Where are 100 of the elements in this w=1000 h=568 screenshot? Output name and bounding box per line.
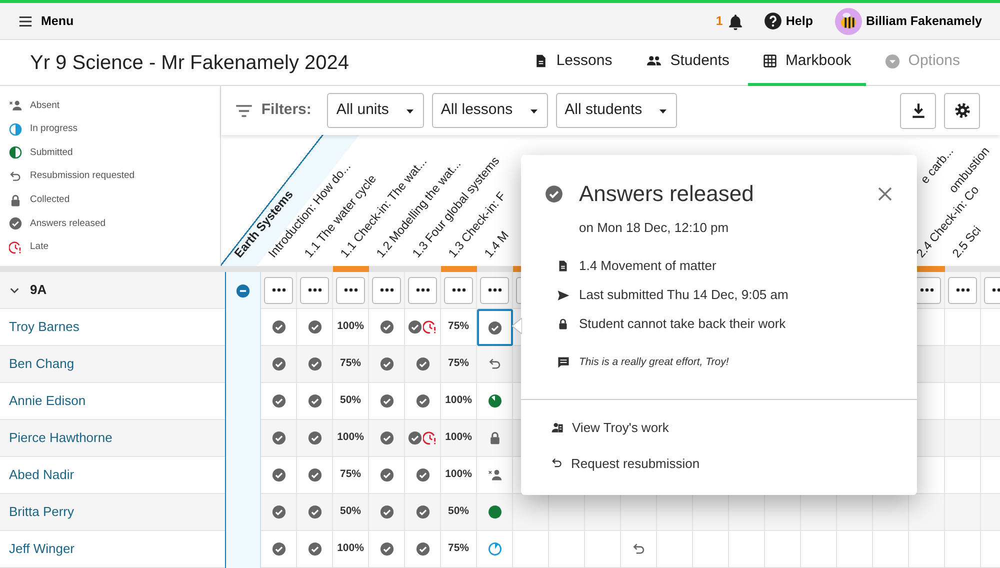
grid-icon bbox=[763, 54, 778, 68]
grid-cell[interactable] bbox=[945, 531, 981, 568]
filter-dropdown[interactable]: All units bbox=[327, 93, 424, 128]
student-name[interactable]: Jeff Winger bbox=[9, 539, 75, 559]
check-circle-icon bbox=[380, 468, 394, 482]
download-icon bbox=[910, 102, 926, 119]
student-name[interactable]: Ben Chang bbox=[9, 354, 74, 374]
more-button[interactable] bbox=[948, 276, 977, 304]
nav-tab[interactable]: Markbook bbox=[748, 40, 866, 86]
mark-cell[interactable]: 75% bbox=[333, 346, 369, 383]
check-circle-icon bbox=[380, 357, 394, 371]
more-button[interactable] bbox=[480, 276, 509, 304]
check-circle-icon bbox=[380, 505, 394, 519]
close-button[interactable] bbox=[877, 186, 893, 202]
mark-cell[interactable]: 75% bbox=[441, 531, 477, 568]
nav-tab[interactable]: Students bbox=[631, 40, 744, 86]
mark-cell[interactable]: 100% bbox=[333, 420, 369, 457]
legend-label: Absent bbox=[30, 98, 60, 113]
help-button[interactable]: Help bbox=[764, 12, 813, 30]
grid-cell[interactable] bbox=[513, 531, 549, 568]
student-name[interactable]: Britta Perry bbox=[9, 502, 74, 522]
close-icon bbox=[877, 186, 893, 202]
student-name[interactable]: Annie Edison bbox=[9, 391, 86, 411]
filter-dropdown[interactable]: All students bbox=[556, 93, 678, 128]
check-circle-icon bbox=[308, 505, 322, 519]
caret-circle-icon bbox=[885, 54, 900, 68]
more-button[interactable] bbox=[444, 276, 473, 304]
undo-arrow-icon bbox=[488, 357, 502, 371]
send-icon bbox=[556, 288, 570, 302]
mark-cell[interactable] bbox=[477, 309, 513, 346]
help-icon bbox=[764, 12, 782, 30]
popover-subtitle: on Mon 18 Dec, 12:10 pm bbox=[578, 219, 730, 237]
student-name[interactable]: Pierce Hawthorne bbox=[9, 428, 112, 448]
undo-arrow-icon bbox=[551, 457, 563, 470]
more-button[interactable] bbox=[408, 276, 437, 304]
late-clock-icon bbox=[423, 320, 437, 334]
grid-cell[interactable] bbox=[729, 531, 765, 568]
collapse-icon bbox=[236, 284, 250, 298]
grid-cell[interactable] bbox=[657, 531, 693, 568]
check-circle-icon bbox=[416, 468, 430, 482]
half-circle-icon bbox=[9, 146, 22, 160]
more-button[interactable] bbox=[336, 276, 365, 304]
student-name[interactable]: Troy Barnes bbox=[9, 317, 80, 337]
check-circle-icon bbox=[272, 505, 286, 519]
check-circle-icon bbox=[308, 394, 322, 408]
column-heading[interactable]: 1.4 M bbox=[482, 228, 513, 261]
grid-cell[interactable] bbox=[765, 531, 801, 568]
grid-cell[interactable] bbox=[585, 531, 621, 568]
grid-cell[interactable] bbox=[549, 531, 585, 568]
mark-cell[interactable]: 100% bbox=[333, 531, 369, 568]
popover-action-link[interactable]: Request resubmission bbox=[551, 454, 700, 473]
check-circle-icon bbox=[272, 431, 286, 445]
detail-text: Last submitted Thu 14 Dec, 9:05 am bbox=[579, 286, 788, 304]
filters-label: Filters: bbox=[261, 100, 312, 120]
grid-cell[interactable] bbox=[945, 420, 981, 457]
more-button[interactable] bbox=[372, 276, 401, 304]
undo-arrow-icon bbox=[9, 170, 22, 184]
grid-cell[interactable] bbox=[909, 531, 945, 568]
legend-label: In progress bbox=[30, 122, 78, 136]
grid-cell[interactable] bbox=[693, 531, 729, 568]
student-name[interactable]: Abed Nadir bbox=[9, 465, 74, 485]
check-circle-icon bbox=[545, 184, 563, 202]
grid-cell[interactable] bbox=[837, 531, 873, 568]
more-button[interactable] bbox=[300, 276, 329, 304]
check-circle-icon bbox=[408, 320, 422, 334]
check-circle-icon bbox=[272, 320, 286, 334]
view-work-icon bbox=[551, 421, 564, 434]
more-button[interactable] bbox=[264, 276, 293, 304]
undo-arrow-icon bbox=[632, 542, 646, 556]
menu-button[interactable]: Menu bbox=[18, 12, 74, 30]
check-circle-icon bbox=[308, 468, 322, 482]
check-circle-icon bbox=[308, 320, 322, 334]
detail-text: 1.4 Movement of matter bbox=[579, 257, 716, 276]
check-circle-icon bbox=[272, 394, 286, 408]
popover-action-link[interactable]: View Troy's work bbox=[551, 418, 669, 438]
grid-cell[interactable] bbox=[945, 494, 981, 531]
bee-avatar-icon bbox=[834, 8, 862, 34]
nav-tab[interactable]: Lessons bbox=[519, 40, 628, 86]
grid-cell[interactable] bbox=[873, 531, 909, 568]
legend-label: Late bbox=[30, 240, 48, 254]
legend-label: Submitted bbox=[30, 146, 73, 160]
check-circle-icon bbox=[308, 431, 322, 445]
popover-title: Answers released bbox=[579, 180, 755, 208]
document-icon bbox=[534, 54, 548, 68]
late-clock-icon bbox=[9, 240, 22, 254]
settings-icon bbox=[954, 102, 970, 119]
grid-cell[interactable] bbox=[801, 531, 837, 568]
column-heading[interactable]: 2.5 Sci bbox=[950, 223, 985, 261]
download-button[interactable] bbox=[900, 92, 936, 128]
mark-cell[interactable]: 75% bbox=[441, 346, 477, 383]
settings-button[interactable] bbox=[944, 92, 980, 128]
user-menu-button[interactable]: Billiam Fakenamely bbox=[834, 8, 982, 34]
check-circle-icon bbox=[416, 542, 430, 556]
notification-count: 1 bbox=[716, 12, 723, 30]
grid-cell[interactable] bbox=[945, 346, 981, 383]
mark-cell[interactable]: 50% bbox=[441, 494, 477, 531]
menu-icon bbox=[18, 14, 33, 28]
filter-dropdown[interactable]: All lessons bbox=[432, 93, 548, 128]
mark-cell[interactable]: 100% bbox=[441, 420, 477, 457]
mark-cell[interactable]: 50% bbox=[333, 494, 369, 531]
